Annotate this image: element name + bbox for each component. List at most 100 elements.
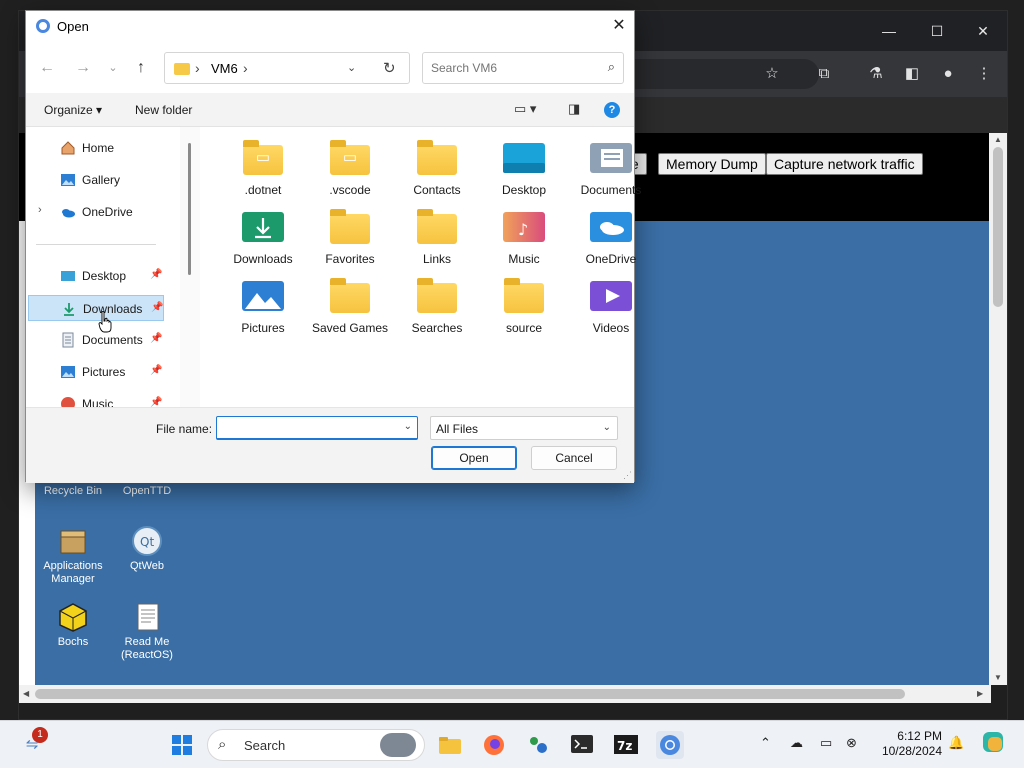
pin-icon: 📌 [150, 397, 163, 407]
file-name-input[interactable] [217, 417, 397, 437]
file-item-videos[interactable]: Videos [568, 277, 654, 336]
chevron-down-icon[interactable]: ⌄ [603, 422, 611, 433]
chevron-down-icon[interactable]: ⌄ [404, 421, 412, 432]
address-dropdown-icon[interactable]: ⌄ [347, 61, 356, 74]
file-item-downloads[interactable]: Downloads [220, 208, 306, 267]
file-explorer-icon[interactable] [436, 731, 464, 759]
network-icon[interactable]: ⊗ [846, 735, 857, 751]
search-input[interactable] [423, 53, 595, 83]
file-item-music[interactable]: ♪ Music [481, 208, 567, 267]
expand-chevron-icon[interactable]: › [38, 204, 42, 216]
file-item-source[interactable]: source [481, 277, 567, 336]
widgets-icon[interactable]: ⇋ 1 [18, 727, 48, 759]
desktop-icon-qtweb[interactable]: Qt QtWeb [110, 525, 184, 573]
terminal-icon[interactable] [568, 731, 596, 759]
bell-icon[interactable]: 🔔 [948, 735, 964, 751]
desktop-icon-recycle-bin[interactable]: Recycle Bin [36, 485, 110, 498]
file-item-searches[interactable]: Searches [394, 277, 480, 336]
forward-arrow-icon[interactable]: → [70, 55, 96, 81]
file-type-select[interactable]: All Files ⌄ [430, 416, 618, 440]
folder-icon [328, 208, 372, 244]
scroll-right-icon[interactable]: ▶ [977, 689, 983, 698]
7zip-icon[interactable]: 7z [612, 731, 640, 759]
cancel-button[interactable]: Cancel [531, 446, 617, 470]
desktop-icon-read-me[interactable]: Read Me (ReactOS) [110, 601, 184, 662]
organize-button[interactable]: Organize ▾ [44, 103, 102, 117]
menu-icon[interactable]: ⋮ [973, 63, 995, 85]
scroll-left-icon[interactable]: ◀ [23, 689, 29, 698]
desktop-icon-bochs[interactable]: Bochs [36, 601, 110, 649]
nav-item-gallery[interactable]: Gallery [28, 167, 164, 193]
file-item-pictures[interactable]: Pictures [220, 277, 306, 336]
folder-icon [174, 63, 190, 75]
star-icon[interactable]: ☆ [761, 63, 783, 85]
vertical-scroll-thumb[interactable] [993, 147, 1003, 307]
nav-item-documents[interactable]: Documents 📌 [28, 327, 164, 353]
nav-item-desktop[interactable]: Desktop 📌 [28, 263, 164, 289]
file-item-saved-games[interactable]: Saved Games [307, 277, 393, 336]
up-arrow-icon[interactable]: ↑ [128, 55, 154, 81]
downloads-folder-icon [241, 208, 285, 244]
start-icon[interactable] [168, 731, 196, 759]
system-clock[interactable]: 6:12 PM 10/28/2024 [876, 729, 942, 759]
maximize-icon[interactable]: ☐ [925, 21, 949, 41]
profile-icon[interactable]: ● [937, 63, 959, 85]
back-arrow-icon[interactable]: ← [34, 55, 60, 81]
dialog-close-icon[interactable]: ✕ [604, 11, 634, 41]
extensions-icon[interactable]: ⧉ [813, 63, 835, 85]
horizontal-scroll-thumb[interactable] [35, 689, 905, 699]
capture-network-traffic-button[interactable]: Capture network traffic [766, 153, 923, 175]
refresh-icon[interactable]: ↻ [383, 59, 396, 77]
folder-icon [415, 277, 459, 313]
address-breadcrumb[interactable]: › VM6 › ⌄ ↻ [164, 52, 410, 84]
chrome-icon[interactable] [656, 731, 684, 759]
horizontal-scrollbar[interactable]: ◀ ▶ [19, 685, 991, 703]
nav-pane-scroll-thumb[interactable] [188, 143, 191, 275]
file-item-contacts[interactable]: Contacts [394, 139, 480, 198]
file-item-vscode[interactable]: ▭ .vscode [307, 139, 393, 198]
open-button[interactable]: Open [431, 446, 517, 470]
vertical-scrollbar[interactable]: ▲ ▼ [989, 133, 1007, 685]
desktop-icon-applications-manager[interactable]: Applications Manager [36, 525, 110, 586]
resize-grip-icon[interactable]: ⋰ [623, 470, 632, 481]
nav-item-home[interactable]: Home [28, 135, 164, 161]
new-folder-button[interactable]: New folder [135, 103, 192, 117]
search-box[interactable]: ⌕ [422, 52, 624, 84]
nav-pane-scrollbar[interactable] [180, 127, 200, 407]
copilot-icon[interactable] [982, 731, 1004, 756]
file-item-onedrive[interactable]: OneDrive [568, 208, 654, 267]
memory-dump-button[interactable]: Memory Dump [658, 153, 766, 175]
minimize-icon[interactable]: — [877, 21, 901, 41]
help-icon[interactable]: ? [604, 102, 620, 118]
nav-item-downloads[interactable]: Downloads 📌 [28, 295, 164, 321]
show-hidden-icons-icon[interactable]: ⌃ [760, 735, 771, 751]
nav-item-music[interactable]: Music 📌 [28, 391, 164, 407]
file-item-links[interactable]: Links [394, 208, 480, 267]
network-app-icon[interactable] [524, 731, 552, 759]
recent-locations-chevron-icon[interactable]: ⌄ [100, 55, 126, 81]
desktop-icon-openttd[interactable]: OpenTTD [110, 485, 184, 498]
desktop-icon [61, 271, 75, 281]
nav-item-onedrive[interactable]: › OneDrive [28, 199, 164, 225]
file-item-dotnet[interactable]: ▭ .dotnet [220, 139, 306, 198]
preview-pane-icon[interactable]: ◨ [568, 101, 580, 117]
labs-icon[interactable]: ⚗ [865, 63, 887, 85]
breadcrumb-separator[interactable]: › [243, 60, 248, 76]
view-options-icon[interactable]: ▭ ▾ [514, 101, 536, 117]
taskbar-search-box[interactable]: ⌕ Search [207, 729, 425, 761]
nav-item-pictures[interactable]: Pictures 📌 [28, 359, 164, 385]
display-icon[interactable]: ▭ [820, 735, 832, 751]
scroll-up-icon[interactable]: ▲ [994, 135, 1002, 144]
breadcrumb-vm6[interactable]: VM6 [211, 61, 238, 76]
file-item-desktop[interactable]: Desktop [481, 139, 567, 198]
breadcrumb-separator: › [195, 60, 200, 76]
vpn-icon[interactable]: ☁ [790, 735, 803, 751]
file-item-documents[interactable]: Documents [568, 139, 654, 198]
close-icon[interactable]: ✕ [971, 21, 995, 41]
scroll-down-icon[interactable]: ▼ [994, 673, 1002, 682]
address-bar[interactable] [619, 59, 819, 89]
file-name-combobox[interactable]: ⌄ [216, 416, 418, 440]
firefox-icon[interactable] [480, 731, 508, 759]
file-item-favorites[interactable]: Favorites [307, 208, 393, 267]
side-panel-icon[interactable]: ◧ [901, 63, 923, 85]
